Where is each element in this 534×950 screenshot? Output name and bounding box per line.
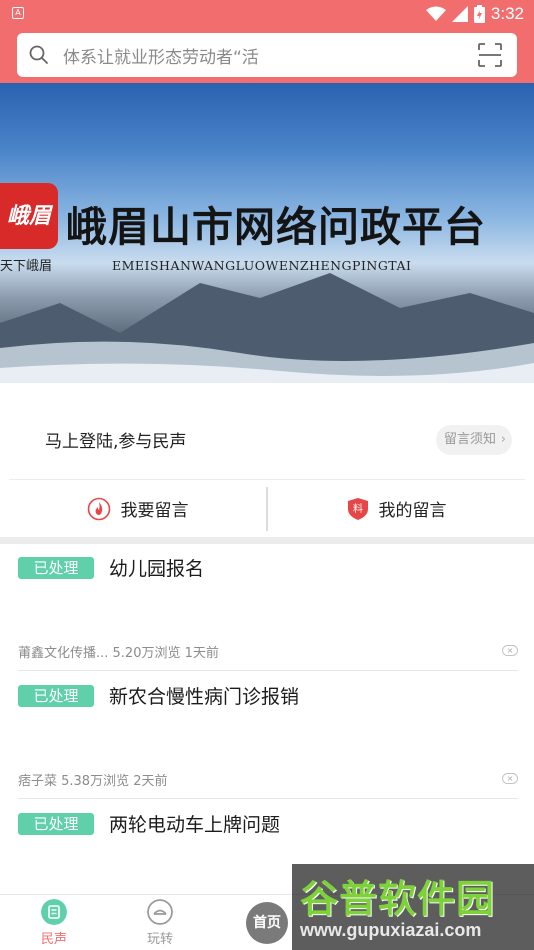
banner-title: 峨眉山市网络问政平台 bbox=[66, 203, 486, 251]
item-title[interactable]: 新农合慢性病门诊报销 bbox=[109, 682, 299, 709]
leave-message-label: 我要留言 bbox=[120, 501, 189, 521]
search-bar[interactable]: 体系让就业形态劳动者“活 bbox=[17, 33, 517, 77]
header: 体系让就业形态劳动者“活 bbox=[0, 28, 534, 83]
watermark-url: www.gupuxiazai.com bbox=[300, 920, 482, 940]
list-item[interactable]: 已处理 幼儿园报名 bbox=[18, 554, 204, 581]
nav-item-explore[interactable]: 玩转 bbox=[130, 899, 190, 947]
scan-icon[interactable] bbox=[477, 42, 503, 68]
section-divider bbox=[0, 537, 534, 544]
status-badge: 已处理 bbox=[18, 684, 94, 707]
status-badge: 已处理 bbox=[18, 556, 94, 579]
logo: 峨眉 bbox=[0, 183, 58, 249]
status-bar: A 3:32 bbox=[0, 0, 534, 28]
logo-subtitle: 天下峨眉 bbox=[0, 259, 53, 274]
shield-icon: 料 bbox=[347, 497, 368, 520]
list-item[interactable]: 已处理 新农合慢性病门诊报销 bbox=[18, 682, 299, 709]
voice-icon bbox=[41, 899, 67, 925]
fire-icon bbox=[87, 497, 110, 520]
notification-icon: A bbox=[12, 7, 24, 19]
item-title[interactable]: 两轮电动车上牌问题 bbox=[109, 810, 280, 837]
nav-label-explore: 玩转 bbox=[146, 932, 173, 947]
wifi-icon bbox=[425, 6, 446, 21]
item-meta: 痞子菜 5.38万浏览 2天前 bbox=[18, 774, 168, 789]
search-input[interactable]: 体系让就业形态劳动者“活 bbox=[63, 43, 477, 68]
watermark: 谷普软件园 www.gupuxiazai.com bbox=[292, 864, 534, 950]
item-title[interactable]: 幼儿园报名 bbox=[109, 554, 204, 581]
list-separator bbox=[18, 670, 518, 671]
svg-text:料: 料 bbox=[353, 502, 363, 515]
notice-button-label: 留言须知 bbox=[444, 432, 497, 447]
mountain-image bbox=[0, 273, 534, 383]
my-messages-label: 我的留言 bbox=[378, 501, 447, 521]
home-button[interactable]: 首页 bbox=[246, 902, 288, 944]
app-root: A 3:32 体系让就业形态劳动者“活 峨眉 天下峨眉 峨眉山市网络问政平台 E… bbox=[0, 0, 534, 950]
close-icon[interactable]: × bbox=[502, 645, 518, 656]
clock: 3:32 bbox=[490, 4, 524, 23]
notice-button[interactable]: 留言须知 › bbox=[436, 425, 512, 455]
close-icon[interactable]: × bbox=[502, 773, 518, 784]
login-prompt[interactable]: 马上登陆,参与民声 bbox=[45, 427, 186, 452]
item-meta: 莆鑫文化传播... 5.20万浏览 1天前 bbox=[18, 646, 219, 661]
my-messages-button[interactable]: 料 我的留言 bbox=[268, 480, 525, 537]
battery-icon bbox=[473, 5, 485, 23]
login-row: 马上登陆,参与民声 留言须知 › bbox=[0, 383, 534, 479]
explore-icon bbox=[147, 899, 173, 925]
watermark-title: 谷普软件园 bbox=[300, 877, 496, 921]
list-separator bbox=[18, 798, 518, 799]
banner-subtitle: EMEISHANWANGLUOWENZHENGPINGTAI bbox=[112, 258, 412, 273]
leave-message-button[interactable]: 我要留言 bbox=[9, 480, 266, 537]
search-icon[interactable] bbox=[27, 43, 51, 67]
chevron-right-icon: › bbox=[500, 432, 506, 447]
nav-item-voice[interactable]: 民声 bbox=[24, 899, 84, 947]
status-badge: 已处理 bbox=[18, 812, 94, 835]
nav-label-voice: 民声 bbox=[40, 932, 67, 947]
action-row: 我要留言 料 我的留言 bbox=[9, 479, 525, 537]
signal-icon bbox=[451, 6, 468, 22]
banner[interactable]: 峨眉 天下峨眉 峨眉山市网络问政平台 EMEISHANWANGLUOWENZHE… bbox=[0, 83, 534, 383]
status-icons: 3:32 bbox=[425, 3, 524, 25]
list-item[interactable]: 已处理 两轮电动车上牌问题 bbox=[18, 810, 280, 837]
